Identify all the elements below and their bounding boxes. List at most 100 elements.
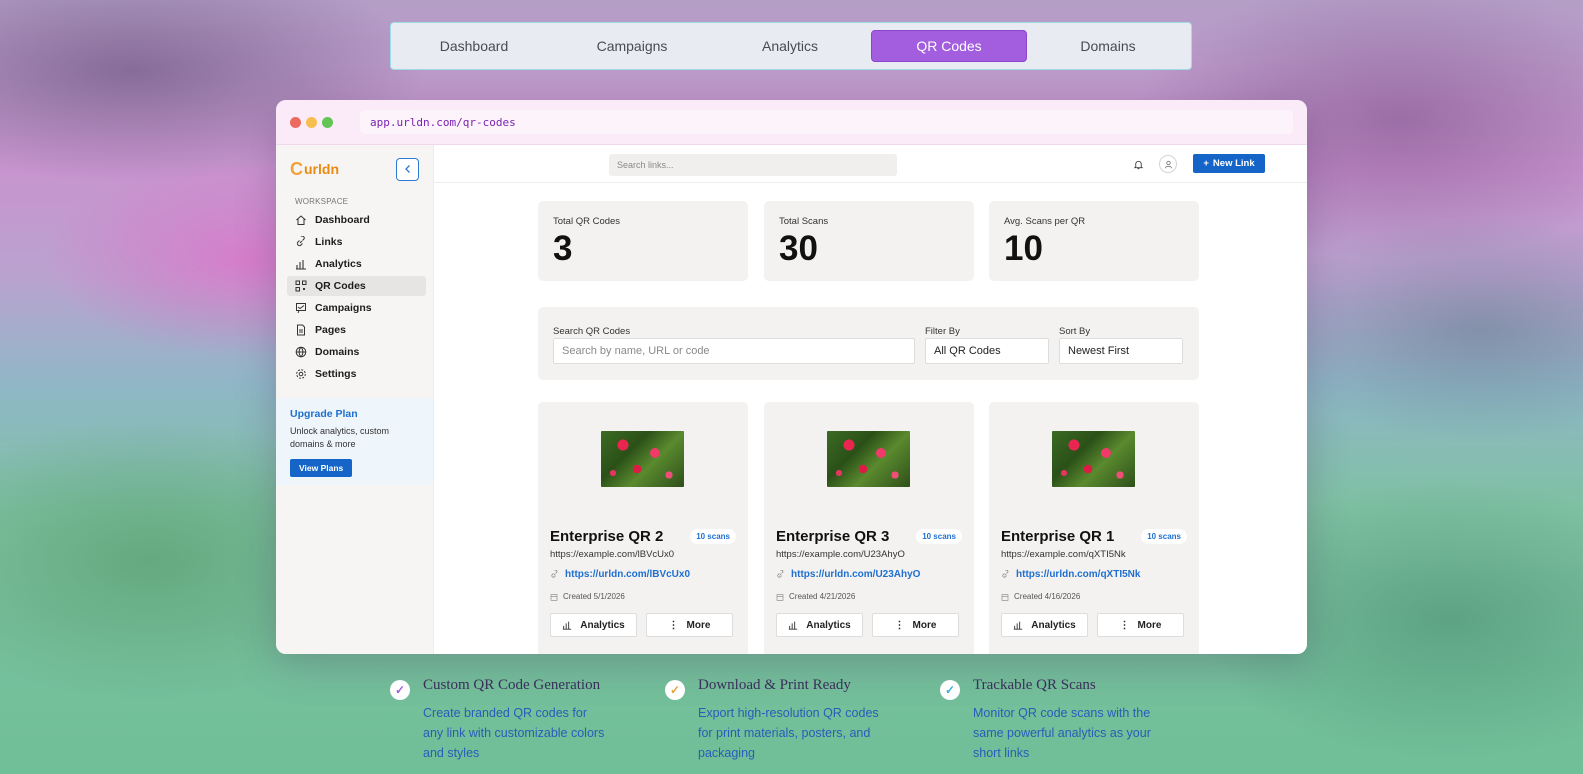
bar-chart-icon [296, 260, 306, 270]
feature-item: ✓ Custom QR Code Generation Create brand… [390, 677, 610, 763]
address-bar[interactable]: app.urldn.com/qr-codes [360, 110, 1293, 134]
sort-by-select[interactable]: Newest First [1059, 338, 1183, 364]
qr-name: Enterprise QR 3 [776, 528, 890, 545]
filter-by-select[interactable]: All QR Codes [925, 338, 1049, 364]
new-link-button[interactable]: + New Link [1193, 154, 1265, 173]
user-avatar-button[interactable] [1159, 155, 1177, 173]
browser-window: app.urldn.com/qr-codes C urldn WORKSPACE… [276, 100, 1307, 654]
search-qr-label: Search QR Codes [553, 326, 631, 337]
sidebar-item-campaigns[interactable]: Campaigns [287, 298, 426, 318]
view-plans-button[interactable]: View Plans [290, 459, 353, 477]
tab-qr-codes[interactable]: QR Codes [871, 30, 1027, 62]
sidebar-item-dashboard[interactable]: Dashboard [287, 210, 426, 230]
short-url-link[interactable]: https://urldn.com/qXTI5Nk [1001, 569, 1140, 580]
calendar-icon [550, 593, 558, 601]
upgrade-description: Unlock analytics, custom domains & more [290, 426, 390, 449]
qr-card: Enterprise QR 3 10 scans https://example… [764, 402, 974, 654]
bar-chart-icon [563, 621, 572, 630]
sidebar-item-label: Campaigns [315, 302, 372, 314]
stat-value: 10 [1004, 229, 1043, 268]
logo-row: C urldn [276, 145, 433, 193]
check-icon: ✓ [665, 680, 685, 700]
feature-title: Download & Print Ready [698, 677, 851, 693]
filter-panel: Search QR Codes Search by name, URL or c… [538, 307, 1199, 380]
scan-count-badge: 10 scans [1141, 529, 1187, 544]
more-button[interactable]: ⋮ More [1097, 613, 1184, 637]
qr-preview-image[interactable] [1052, 431, 1135, 487]
short-url-link[interactable]: https://urldn.com/U23AhyO [776, 569, 920, 580]
short-url-text: https://urldn.com/lBVcUx0 [565, 569, 691, 580]
logo-text: urldn [304, 161, 339, 177]
feature-description: Create branded QR codes for any link wit… [423, 706, 605, 760]
analytics-button[interactable]: Analytics [1001, 613, 1088, 637]
feature-item: ✓ Trackable QR Scans Monitor QR code sca… [940, 677, 1160, 763]
qr-name: Enterprise QR 2 [550, 528, 664, 545]
tab-domains[interactable]: Domains [1031, 30, 1185, 62]
home-icon [296, 215, 306, 225]
destination-url: https://example.com/lBVcUx0 [550, 549, 675, 560]
scan-count-badge: 10 scans [690, 529, 736, 544]
feature-description: Monitor QR code scans with the same powe… [973, 706, 1151, 760]
upgrade-title: Upgrade Plan [290, 408, 358, 420]
link-icon [296, 236, 305, 247]
sidebar-item-label: Dashboard [315, 214, 370, 226]
analytics-button-label: Analytics [1031, 619, 1076, 631]
short-url-text: https://urldn.com/U23AhyO [791, 569, 921, 580]
globe-icon [295, 346, 307, 358]
qr-preview-image[interactable] [827, 431, 910, 487]
sidebar-item-label: Links [315, 236, 343, 248]
filter-by-label: Filter By [925, 326, 960, 337]
qr-code-icon [295, 280, 307, 292]
qr-card: Enterprise QR 1 10 scans https://example… [989, 402, 1199, 654]
stat-card-total-qr-codes: Total QR Codes 3 [538, 201, 748, 281]
created-date-text: Created 4/16/2026 [1014, 592, 1081, 601]
close-dot-icon[interactable] [290, 116, 301, 128]
tab-dashboard[interactable]: Dashboard [397, 30, 551, 62]
more-vertical-icon: ⋮ [668, 619, 679, 631]
created-date: Created 4/21/2026 [776, 592, 855, 601]
search-qr-input[interactable]: Search by name, URL or code [553, 338, 915, 364]
search-links-input[interactable]: Search links... [609, 154, 897, 176]
main-content: Search links... + New Link Total QR Code… [434, 145, 1307, 654]
app-body: C urldn WORKSPACE Dashboard Links Analyt… [276, 145, 1307, 654]
more-button-label: More [686, 619, 711, 631]
feature-title: Trackable QR Scans [973, 677, 1096, 693]
qr-card: Enterprise QR 2 10 scans https://example… [538, 402, 748, 654]
sidebar-item-label: Pages [315, 324, 346, 336]
stat-value: 3 [553, 229, 573, 268]
tab-campaigns[interactable]: Campaigns [555, 30, 709, 62]
main-header: Search links... + New Link [434, 145, 1307, 183]
sidebar-item-label: Settings [315, 368, 357, 380]
analytics-button[interactable]: Analytics [550, 613, 637, 637]
sidebar: C urldn WORKSPACE Dashboard Links Analyt… [276, 145, 434, 654]
minimize-dot-icon[interactable] [306, 116, 317, 128]
more-button[interactable]: ⋮ More [646, 613, 733, 637]
collapse-sidebar-button[interactable] [396, 157, 419, 181]
sidebar-item-label: Domains [315, 346, 360, 358]
chevron-left-icon [404, 165, 410, 173]
sidebar-item-label: QR Codes [315, 280, 366, 292]
maximize-dot-icon[interactable] [322, 116, 333, 128]
logo[interactable]: C urldn [290, 159, 339, 180]
sidebar-item-analytics[interactable]: Analytics [287, 254, 426, 274]
notifications-button[interactable] [1129, 155, 1147, 173]
sidebar-item-pages[interactable]: Pages [287, 320, 426, 340]
qr-preview-image[interactable] [601, 431, 684, 487]
created-date: Created 4/16/2026 [1001, 592, 1080, 601]
feature-description: Export high-resolution QR codes for prin… [698, 706, 879, 760]
link-icon [551, 570, 558, 578]
created-date-text: Created 4/21/2026 [789, 592, 856, 601]
stat-label: Total QR Codes [553, 216, 621, 227]
scan-count-badge: 10 scans [916, 529, 962, 544]
stat-card-total-scans: Total Scans 30 [764, 201, 974, 281]
tab-analytics[interactable]: Analytics [713, 30, 867, 62]
more-button-label: More [1137, 619, 1162, 631]
sidebar-item-domains[interactable]: Domains [287, 342, 426, 362]
user-icon [1164, 160, 1172, 168]
more-button[interactable]: ⋮ More [872, 613, 959, 637]
sidebar-item-qr-codes[interactable]: QR Codes [287, 276, 426, 296]
sidebar-item-links[interactable]: Links [287, 232, 426, 252]
sidebar-item-settings[interactable]: Settings [287, 364, 426, 384]
short-url-link[interactable]: https://urldn.com/lBVcUx0 [550, 569, 690, 580]
analytics-button[interactable]: Analytics [776, 613, 863, 637]
